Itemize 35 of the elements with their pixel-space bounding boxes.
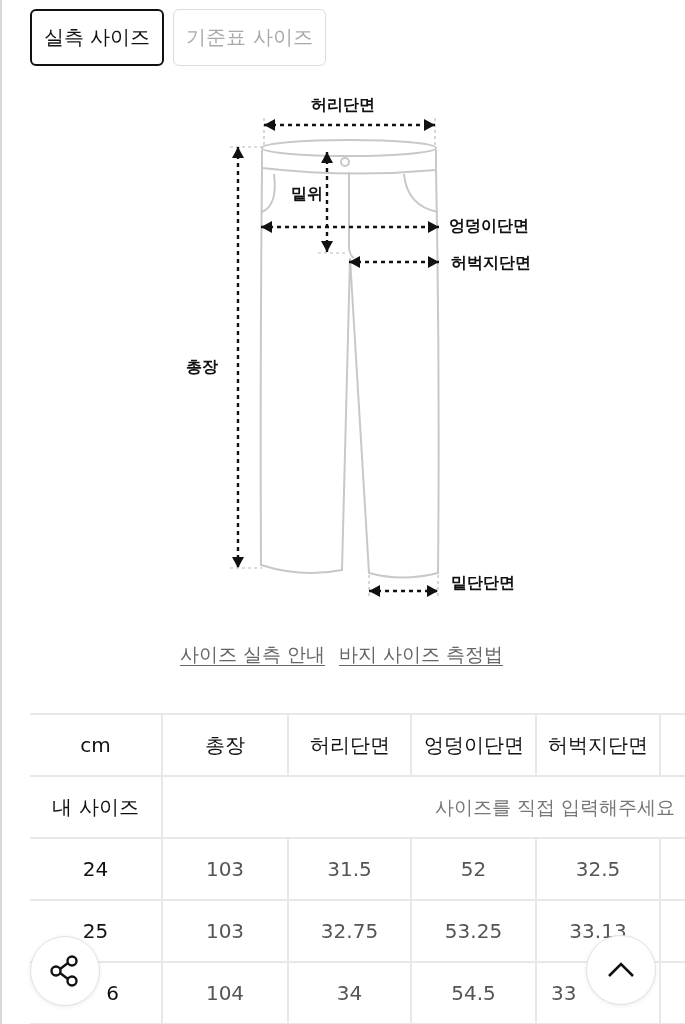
measure-label: 밑단단면 bbox=[451, 573, 515, 592]
measure-label: 허리단면 bbox=[311, 95, 375, 114]
size-input-field[interactable]: 사이즈를 직접 입력해주세요 bbox=[163, 778, 685, 836]
chevron-up-icon bbox=[606, 961, 636, 979]
column-header: 허리단면 bbox=[288, 714, 411, 776]
column-header: 허벅지단면 bbox=[536, 714, 660, 776]
table-cell: 52 bbox=[411, 838, 536, 900]
table-cell: 103 bbox=[162, 900, 288, 962]
table-cell: 103 bbox=[162, 838, 288, 900]
table-cell: 104 bbox=[162, 962, 288, 1024]
guide-line bbox=[437, 574, 439, 599]
measure-label: 밑위 bbox=[291, 184, 323, 203]
table-cell: 34 bbox=[288, 962, 411, 1024]
guide-line bbox=[229, 567, 263, 569]
table-cell: 32.5 bbox=[536, 838, 660, 900]
measure-label: 총장 bbox=[186, 357, 218, 376]
row-label: 내 사이즈 bbox=[30, 776, 162, 838]
column-header: 엉덩이단면 bbox=[411, 714, 536, 776]
table-cell: 32.75 bbox=[288, 900, 411, 962]
table-cell: 53.25 bbox=[411, 900, 536, 962]
column-header: 총장 bbox=[162, 714, 288, 776]
table-cell: 54.5 bbox=[411, 962, 536, 1024]
column-header: cm bbox=[30, 714, 162, 776]
share-button[interactable] bbox=[30, 936, 100, 1006]
guide-link[interactable]: 바지 사이즈 측정법 bbox=[339, 642, 504, 668]
table-cell: 31.5 bbox=[288, 838, 411, 900]
measure-label: 허벅지단면 bbox=[451, 253, 531, 272]
measure-label: 엉덩이단면 bbox=[449, 216, 529, 235]
guide-link[interactable]: 사이즈 실측 안내 bbox=[179, 642, 325, 668]
guide-line bbox=[317, 252, 348, 254]
guide-line bbox=[434, 117, 436, 146]
width-arrow bbox=[369, 585, 438, 597]
row-label: 24 bbox=[30, 838, 162, 900]
tab[interactable]: 실측 사이즈 bbox=[30, 9, 165, 66]
guide-line bbox=[368, 574, 370, 599]
